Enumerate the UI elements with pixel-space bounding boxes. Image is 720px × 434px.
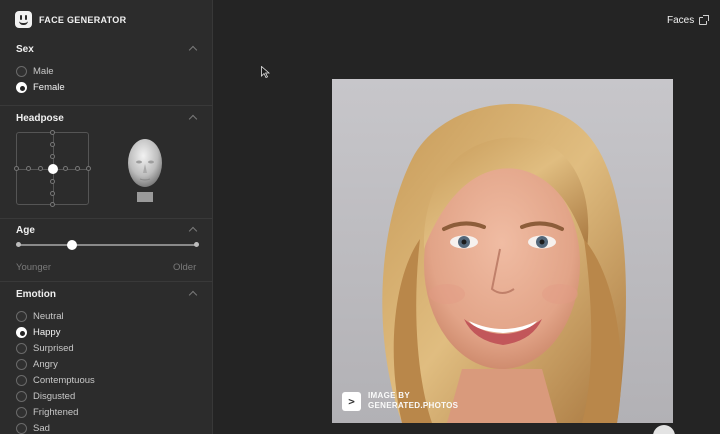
headpose-pad[interactable] xyxy=(14,130,91,207)
age-slider-min-dot xyxy=(16,242,21,247)
emotion-section-title: Emotion xyxy=(16,289,56,300)
age-slider-max-dot xyxy=(194,242,199,247)
generated-photos-logo-icon: > xyxy=(342,391,361,411)
emotion-option-contemptuous[interactable]: Contemptuous xyxy=(16,375,95,386)
sex-option-male[interactable]: Male xyxy=(16,66,54,77)
age-min-label: Younger xyxy=(16,262,52,273)
age-slider-track[interactable] xyxy=(18,244,197,246)
headpose-collapse-chevron-icon[interactable] xyxy=(188,114,198,124)
emotion-option-happy[interactable]: Happy xyxy=(16,327,60,338)
emotion-option-disgusted[interactable]: Disgusted xyxy=(16,391,75,402)
emotion-option-sad[interactable]: Sad xyxy=(16,423,50,434)
age-max-label: Older xyxy=(173,262,197,273)
emotion-option-frightened[interactable]: Frightened xyxy=(16,407,78,418)
emotion-collapse-chevron-icon[interactable] xyxy=(188,290,198,300)
emotion-option-surprised[interactable]: Surprised xyxy=(16,343,74,354)
radio-icon[interactable] xyxy=(16,359,27,370)
face-portrait-image xyxy=(332,79,673,423)
divider xyxy=(0,105,213,106)
sex-collapse-chevron-icon[interactable] xyxy=(188,45,198,55)
radio-icon[interactable] xyxy=(16,66,27,77)
radio-icon[interactable] xyxy=(16,423,27,434)
sex-section-title: Sex xyxy=(16,44,34,55)
age-collapse-chevron-icon[interactable] xyxy=(188,226,198,236)
radio-icon[interactable] xyxy=(16,391,27,402)
faces-link-label: Faces xyxy=(667,15,695,26)
divider xyxy=(0,218,213,219)
radio-selected-icon[interactable] xyxy=(16,82,27,93)
radio-icon[interactable] xyxy=(16,311,27,322)
mouse-cursor-icon xyxy=(261,66,270,78)
sidebar: FACE GENERATOR Sex Male Female Headpose xyxy=(0,0,213,434)
app-title: FACE GENERATOR xyxy=(39,14,127,25)
age-slider-handle[interactable] xyxy=(67,240,77,250)
radio-selected-icon[interactable] xyxy=(16,327,27,338)
brand[interactable]: FACE GENERATOR xyxy=(15,11,126,28)
sex-option-female[interactable]: Female xyxy=(16,82,65,93)
headpose-section-title: Headpose xyxy=(16,113,64,124)
action-button[interactable] xyxy=(653,425,675,434)
faces-link[interactable]: Faces xyxy=(667,14,710,26)
radio-icon[interactable] xyxy=(16,375,27,386)
emotion-option-angry[interactable]: Angry xyxy=(16,359,58,370)
generated-face-image[interactable]: > IMAGE BY GENERATED.PHOTOS xyxy=(332,79,673,423)
head-model-icon xyxy=(128,139,162,202)
emotion-option-neutral[interactable]: Neutral xyxy=(16,311,64,322)
smiley-logo-icon xyxy=(15,11,32,28)
watermark-text: IMAGE BY GENERATED.PHOTOS xyxy=(368,391,459,410)
radio-icon[interactable] xyxy=(16,407,27,418)
headpose-handle[interactable] xyxy=(48,164,58,174)
external-link-icon xyxy=(699,14,710,25)
divider xyxy=(0,281,213,282)
radio-icon[interactable] xyxy=(16,343,27,354)
age-section-title: Age xyxy=(16,225,35,236)
watermark: > IMAGE BY GENERATED.PHOTOS xyxy=(342,391,458,411)
